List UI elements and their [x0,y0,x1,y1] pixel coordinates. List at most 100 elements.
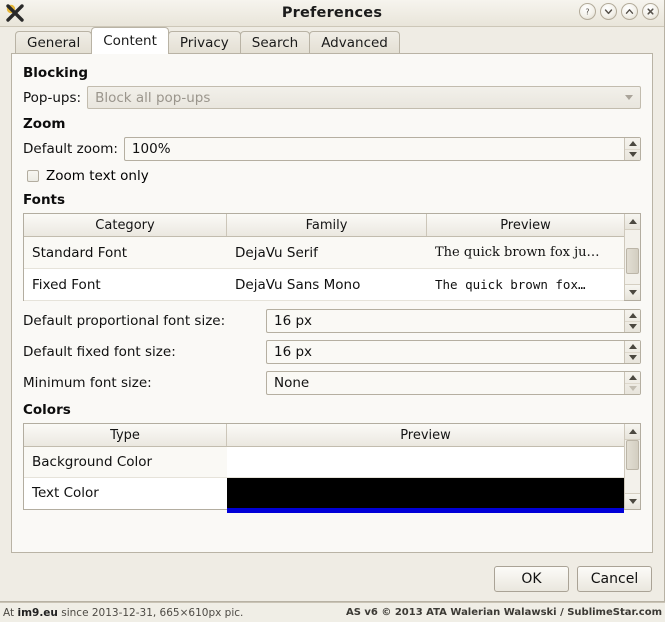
colors-table-scrollbar[interactable] [624,424,640,509]
minimum-font-size-stepper[interactable] [624,372,640,394]
colors-heading: Colors [23,402,641,418]
fonts-table-header: Category Family Preview [24,214,624,237]
scrollbar-track[interactable] [625,230,640,284]
default-zoom-label: Default zoom: [23,141,118,157]
fonts-cell-preview: The quick brown fox… [427,269,624,300]
maximize-button[interactable] [621,3,638,20]
triangle-up-icon [629,429,637,434]
zoom-text-only-label: Zoom text only [46,168,149,184]
triangle-down-icon [629,386,637,391]
minimum-font-size-spinner[interactable]: None [266,371,641,395]
default-proportional-size-stepper[interactable] [624,310,640,332]
default-zoom-value[interactable]: 100% [125,138,624,160]
minimum-font-size-increment-button[interactable] [625,372,640,384]
tab-content[interactable]: Content [91,27,169,54]
minimum-font-size-decrement-button [625,384,640,395]
colors-column-preview[interactable]: Preview [227,424,624,446]
help-button[interactable]: ? [579,3,596,20]
default-fixed-size-value[interactable]: 16 px [267,341,624,363]
tab-advanced[interactable]: Advanced [309,31,400,53]
tab-search[interactable]: Search [240,31,310,53]
fonts-column-category[interactable]: Category [24,214,227,236]
content-panel: Blocking Pop-ups: Block all pop-ups Zoom… [11,53,653,553]
fonts-cell-category: Standard Font [24,237,227,268]
scroll-up-button[interactable] [625,424,640,440]
zoom-text-only-row[interactable]: Zoom text only [27,168,641,184]
dialog-button-bar: OK Cancel [494,566,652,592]
triangle-down-icon [629,355,637,360]
color-swatch-background [227,447,624,477]
colors-cell-swatch [227,447,624,477]
window-title: Preferences [0,5,664,21]
chevron-down-icon [625,95,633,100]
default-proportional-size-row: Default proportional font size: 16 px [23,309,641,333]
colors-table-header: Type Preview [24,424,624,447]
tab-strip: General Content Privacy Search Advanced [0,27,664,53]
default-proportional-size-decrement-button[interactable] [625,322,640,333]
fonts-heading: Fonts [23,192,641,208]
table-row[interactable] [24,508,624,513]
scrollbar-thumb[interactable] [626,248,639,274]
default-proportional-size-spinner[interactable]: 16 px [266,309,641,333]
fonts-table: Category Family Preview Standard Font De… [23,213,641,301]
minimum-font-size-row: Minimum font size: None [23,371,641,395]
triangle-up-icon [629,344,637,349]
fonts-column-preview[interactable]: Preview [427,214,624,236]
minimum-font-size-label: Minimum font size: [23,375,266,391]
close-button[interactable] [642,3,659,20]
table-row[interactable]: Text Color [24,478,624,508]
scroll-up-button[interactable] [625,214,640,230]
zoom-text-only-checkbox[interactable] [27,170,39,182]
colors-column-type[interactable]: Type [24,424,227,446]
popups-combobox[interactable]: Block all pop-ups [87,86,641,109]
table-row[interactable]: Standard Font DejaVu Serif The quick bro… [24,237,624,269]
fonts-cell-family: DejaVu Sans Mono [227,269,427,300]
ok-button[interactable]: OK [494,566,569,592]
fonts-column-family[interactable]: Family [227,214,427,236]
fonts-cell-preview: The quick brown fox ju… [427,237,624,268]
popups-value: Block all pop-ups [95,90,210,106]
minimum-font-size-value[interactable]: None [267,372,624,394]
popups-label: Pop-ups: [23,90,81,106]
default-fixed-size-stepper[interactable] [624,341,640,363]
triangle-up-icon [629,141,637,146]
tab-privacy[interactable]: Privacy [168,31,241,53]
default-zoom-spinner[interactable]: 100% [124,137,641,161]
scroll-down-button[interactable] [625,493,640,509]
triangle-down-icon [629,290,637,295]
default-zoom-increment-button[interactable] [625,138,640,150]
default-proportional-size-increment-button[interactable] [625,310,640,322]
fonts-table-body: Category Family Preview Standard Font De… [24,214,624,300]
colors-cell-swatch [227,508,624,513]
colors-cell-type [24,508,227,513]
table-row[interactable]: Fixed Font DejaVu Sans Mono The quick br… [24,269,624,301]
default-fixed-size-increment-button[interactable] [625,341,640,353]
cancel-button[interactable]: Cancel [577,566,652,592]
fonts-table-scrollbar[interactable] [624,214,640,300]
table-row[interactable]: Background Color [24,447,624,478]
default-proportional-size-value[interactable]: 16 px [267,310,624,332]
title-bar: Preferences ? [0,0,664,27]
status-left: At im9.eu since 2013-12-31, 665×610px pi… [3,607,243,619]
scroll-down-button[interactable] [625,284,640,300]
tab-general[interactable]: General [15,31,92,53]
colors-table: Type Preview Background Color Text Color [23,423,641,510]
scrollbar-track[interactable] [625,440,640,493]
triangle-down-icon [629,499,637,504]
x-app-icon [3,2,29,24]
status-left-rest: since 2013-12-31, 665×610px pic. [61,607,243,619]
default-zoom-decrement-button[interactable] [625,150,640,161]
triangle-down-icon [629,152,637,157]
default-fixed-size-row: Default fixed font size: 16 px [23,340,641,364]
colors-cell-type: Background Color [24,447,227,477]
watermark-status-bar: At im9.eu since 2013-12-31, 665×610px pi… [0,602,665,622]
scrollbar-thumb[interactable] [626,440,639,470]
default-zoom-stepper[interactable] [624,138,640,160]
status-left-site: im9.eu [17,607,57,619]
minimize-button[interactable] [600,3,617,20]
triangle-up-icon [629,375,637,380]
triangle-up-icon [629,313,637,318]
default-fixed-size-spinner[interactable]: 16 px [266,340,641,364]
colors-cell-swatch [227,478,624,508]
default-fixed-size-decrement-button[interactable] [625,353,640,364]
